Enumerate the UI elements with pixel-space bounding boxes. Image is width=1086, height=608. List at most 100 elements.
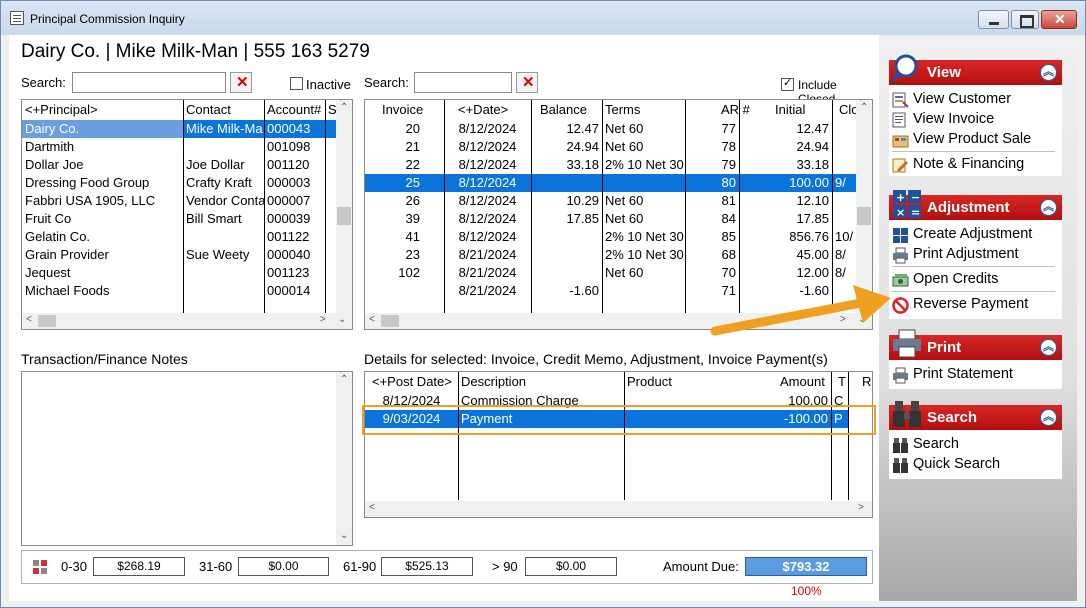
note-financing-item[interactable]: Note & Financing [889,155,1062,175]
collapse-icon[interactable] [1040,198,1057,216]
table-row[interactable]: Grain Provider Sue Weety 000040 [22,246,336,264]
col-invoice[interactable]: Invoice [379,100,445,119]
principal-grid[interactable]: <+Principal> Contact Account# S Dairy Co… [21,99,353,330]
svg-text:+: + [896,191,905,204]
collapse-icon[interactable] [1040,63,1057,81]
view-product-sale-item[interactable]: View Product Sale [889,130,1062,150]
notes-vscroll[interactable]: ⌃ ⌄ [336,372,352,545]
left-search-input[interactable] [72,72,226,93]
maximize-button[interactable] [1011,10,1039,29]
cell-contact: Sue Weety [186,247,250,262]
col-amount[interactable]: Amount [777,372,835,391]
view-customer-item[interactable]: View Customer [889,90,1062,110]
col-balance[interactable]: Balance [537,100,603,119]
clear-icon: ✕ [236,74,249,91]
table-row[interactable]: Fabbri USA 1905, LLC Vendor Conta 000007 [22,192,336,210]
scroll-down-icon[interactable]: ⌄ [338,314,346,325]
search-item[interactable]: Search [889,435,1062,455]
print-statement-item[interactable]: Print Statement [889,365,1062,385]
left-clear-search-button[interactable]: ✕ [230,72,252,93]
scroll-right-icon[interactable]: > [858,502,864,513]
aging-bar: 0-30 $268.19 31-60 $0.00 61-90 $525.13 >… [21,550,873,584]
table-row[interactable]: 22 8/12/2024 33.18 2% 10 Net 30 79 33.18 [365,156,856,174]
scroll-up-icon[interactable]: ⌃ [340,374,348,385]
table-row[interactable]: Dartmith 001098 [22,138,336,156]
table-row[interactable]: Dairy Co. Mike Milk-Ma 000043 [22,120,336,138]
col-t[interactable]: T [835,372,849,391]
cell-principal: Fabbri USA 1905, LLC [25,193,156,208]
table-row[interactable]: Gelatin Co. 001122 [22,228,336,246]
reverse-payment-item[interactable]: Reverse Payment [889,295,1062,315]
aging-0-30-label: 0-30 [61,559,88,574]
right-clear-search-button[interactable]: ✕ [516,72,538,93]
include-closed-checkbox[interactable] [781,76,794,91]
table-row[interactable]: Dollar Joe Joe Dollar 001120 [22,156,336,174]
principal-hscroll[interactable]: < > ⌄ [22,313,352,329]
inactive-checkbox[interactable] [290,77,303,90]
col-rl[interactable]: Rl [859,372,872,391]
principal-vscroll[interactable]: ⌃ [336,100,352,313]
col-date[interactable]: <+Date> [455,100,535,119]
open-credits-label: Open Credits [913,271,999,287]
table-row[interactable]: Jequest 001123 [22,264,336,282]
right-search-input[interactable] [414,72,512,93]
col-principal[interactable]: <+Principal> [22,100,184,119]
cell-balance [531,264,602,282]
details-grid[interactable]: <+Post Date> Description Product Amount … [364,371,873,518]
table-row[interactable]: Michael Foods 000014 [22,282,336,300]
col-account[interactable]: Account# [264,100,326,119]
table-row[interactable]: 23 8/21/2024 2% 10 Net 30 68 45.00 8/ [365,246,856,264]
col-product[interactable]: Product [624,372,774,391]
cell-terms: 2% 10 Net 30 [605,247,684,262]
col-ar[interactable]: AR # [718,100,768,119]
cell-ar: 68 [721,247,736,262]
view-panel-header[interactable]: View [889,54,1062,85]
table-row[interactable]: 21 8/12/2024 24.94 Net 60 78 24.94 [365,138,856,156]
table-row[interactable]: 25 8/12/2024 80 100.00 9/ [365,174,856,192]
scroll-thumb[interactable] [381,315,399,327]
cell-balance: 10.29 [566,193,599,208]
create-adjustment-label: Create Adjustment [913,226,1033,242]
scroll-left-icon[interactable]: < [369,314,375,325]
search-panel-header[interactable]: Search [889,401,1062,430]
scroll-thumb[interactable] [857,207,871,225]
view-invoice-item[interactable]: View Invoice [889,110,1062,130]
print-panel-header[interactable]: Print [889,329,1062,360]
scroll-thumb[interactable] [337,207,351,225]
print-adjustment-item[interactable]: Print Adjustment [889,245,1062,265]
calculator-icon [893,228,908,243]
col-post-date[interactable]: <+Post Date> [369,372,455,391]
scroll-down-icon[interactable]: ⌄ [340,530,348,541]
col-description[interactable]: Description [458,372,618,391]
col-contact[interactable]: Contact [183,100,265,119]
details-hscroll[interactable]: < > [365,501,872,517]
scroll-right-icon[interactable]: > [320,314,326,325]
table-row[interactable]: 102 8/21/2024 Net 60 70 12.00 8/ [365,264,856,282]
col-closed[interactable]: Clo [836,100,856,119]
amount-due-label: Amount Due: [663,559,739,574]
close-button[interactable]: ✕ [1041,10,1077,29]
calculator-icon[interactable] [32,559,48,575]
table-row[interactable]: 41 8/12/2024 2% 10 Net 30 85 856.76 10/ [365,228,856,246]
adjustment-panel-header[interactable]: + − × = Adjustment [889,190,1062,220]
col-initial[interactable]: Initial [772,100,832,119]
table-row[interactable]: Fruit Co Bill Smart 000039 [22,210,336,228]
collapse-icon[interactable] [1040,408,1057,426]
notes-textarea[interactable]: ⌃ ⌄ [21,371,353,546]
collapse-icon[interactable] [1040,338,1057,356]
scroll-up-icon[interactable]: ⌃ [340,102,348,113]
scroll-left-icon[interactable]: < [369,502,375,513]
scroll-thumb[interactable] [38,315,56,327]
table-row[interactable]: 20 8/12/2024 12.47 Net 60 77 12.47 [365,120,856,138]
quick-search-item[interactable]: Quick Search [889,455,1062,475]
view-panel-title: View [927,64,961,81]
open-credits-item[interactable]: Open Credits [889,270,1062,290]
table-row[interactable]: 39 8/12/2024 17.85 Net 60 84 17.85 [365,210,856,228]
table-row[interactable]: 26 8/12/2024 10.29 Net 60 81 12.10 [365,192,856,210]
create-adjustment-item[interactable]: Create Adjustment [889,225,1062,245]
scroll-up-icon[interactable]: ⌃ [860,102,868,113]
minimize-button[interactable] [978,10,1009,29]
table-row[interactable]: Dressing Food Group Crafty Kraft 000003 [22,174,336,192]
col-terms[interactable]: Terms [602,100,698,119]
scroll-left-icon[interactable]: < [26,314,32,325]
